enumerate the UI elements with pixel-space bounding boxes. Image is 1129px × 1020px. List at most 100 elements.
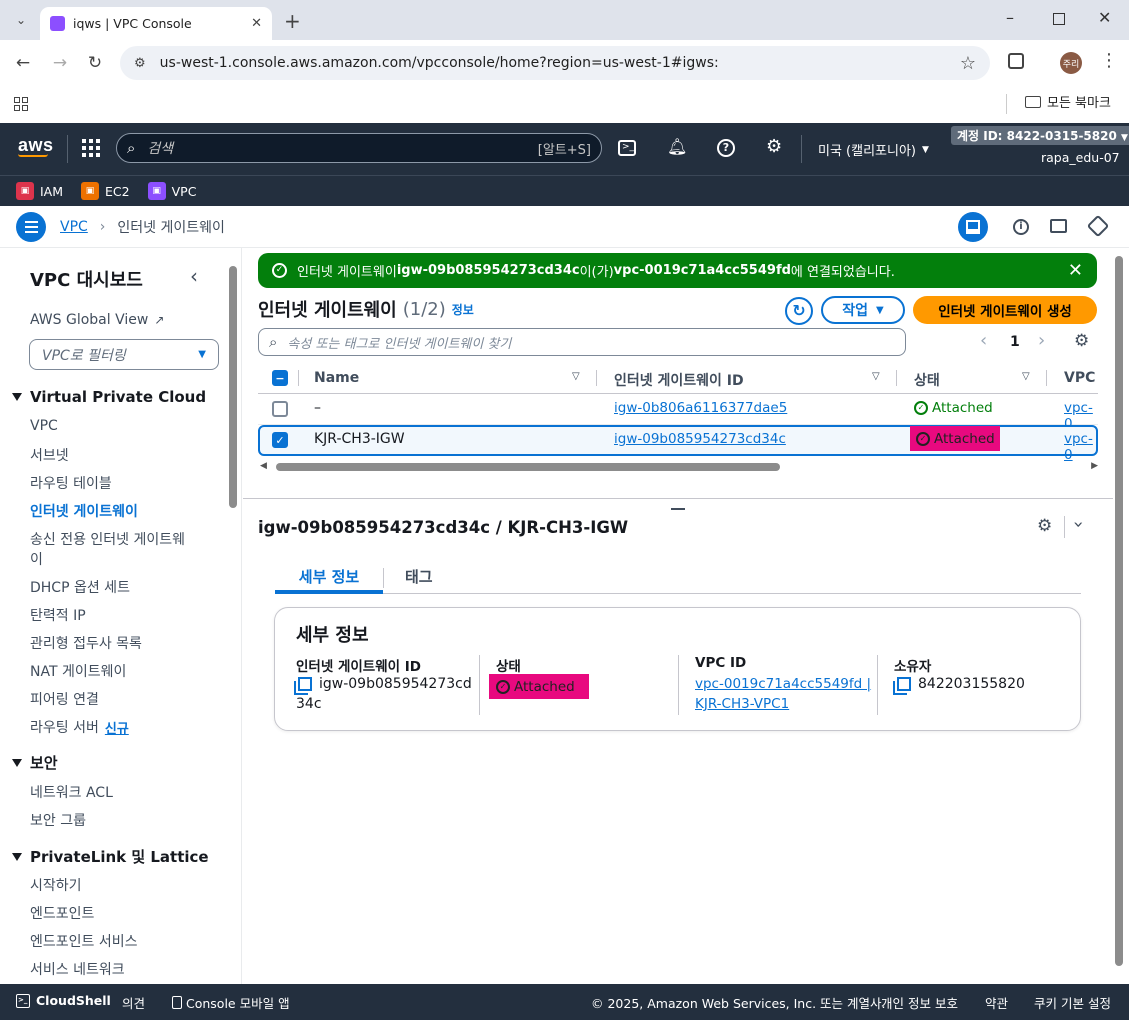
next-page-icon[interactable]: ›	[1038, 330, 1045, 351]
select-all-checkbox[interactable]: −	[272, 370, 288, 386]
sidebar-item-getting-started[interactable]: 시작하기	[30, 875, 82, 895]
sidebar-item-route-tables[interactable]: 라우팅 테이블	[30, 473, 112, 493]
services-menu-icon[interactable]	[82, 139, 100, 157]
region-selector[interactable]: 미국 (캘리포니아) ▼	[818, 140, 929, 159]
detail-preferences-gear-icon[interactable]: ⚙	[1037, 516, 1052, 536]
table-search-input[interactable]: ⌕ 속성 또는 태그로 인터넷 게이트웨이 찾기	[258, 328, 906, 356]
preferences-gear-icon[interactable]: ⚙	[1074, 331, 1089, 351]
apps-grid-icon[interactable]	[14, 97, 28, 111]
privacy-link[interactable]: 개인 정보 보호	[881, 993, 958, 1012]
account-menu[interactable]: 계정 ID: 8422-0315-5820 ▼	[951, 126, 1129, 145]
detail-vpc-link[interactable]: vpc-0019c71a4cc5549fd |	[695, 676, 871, 692]
back-button[interactable]: ←	[9, 49, 37, 77]
detail-vpc-name-link[interactable]: KJR-CH3-VPC1	[695, 696, 789, 712]
tab-tags[interactable]: 태그	[405, 566, 433, 587]
tools-icon[interactable]	[1086, 214, 1110, 238]
sidebar-item-dhcp-options[interactable]: DHCP 옵션 세트	[30, 577, 130, 597]
sidebar-item-prefix-lists[interactable]: 관리형 접두사 목록	[30, 633, 142, 653]
column-igw-id[interactable]: 인터넷 게이트웨이 ID	[614, 370, 744, 390]
profile-avatar[interactable]: 주리	[1060, 52, 1082, 74]
site-info-icon[interactable]: ⚙	[134, 56, 146, 71]
sidebar-title[interactable]: VPC 대시보드	[30, 266, 143, 292]
settings-gear-icon[interactable]: ⚙	[766, 136, 782, 157]
actions-button[interactable]: 작업 ▼	[821, 296, 905, 324]
sidebar-item-endpoint-services[interactable]: 엔드포인트 서비스	[30, 931, 138, 951]
sidebar-item-service-networks[interactable]: 서비스 네트워크	[30, 959, 125, 979]
notifications-bell-icon[interactable]: 🔔︎	[667, 137, 687, 156]
sidebar-item-vpc[interactable]: VPC	[30, 418, 58, 434]
sort-caret-icon[interactable]: ▽	[572, 371, 580, 382]
row-checkbox[interactable]: ✓	[272, 432, 288, 448]
cloudshell-icon[interactable]: >_	[618, 140, 636, 156]
sidebar-item-security-groups[interactable]: 보안 그룹	[30, 810, 86, 830]
sidebar-item-egress-only-igw[interactable]: 송신 전용 인터넷 게이트웨	[30, 529, 185, 549]
section-virtual-private-cloud[interactable]: Virtual Private Cloud	[12, 388, 206, 406]
tab-details[interactable]: 세부 정보	[275, 566, 383, 594]
browser-tab[interactable]: iqws | VPC Console ✕	[40, 7, 272, 40]
table-row[interactable]: – igw-0b806a6116377dae5 ✓ Attached vpc-0	[258, 394, 1098, 432]
dismiss-flash-icon[interactable]: ✕	[1068, 260, 1083, 281]
aws-logo[interactable]: aws	[18, 135, 54, 157]
column-vpc-id[interactable]: VPC I	[1064, 370, 1098, 386]
feedback-icon[interactable]	[1050, 219, 1067, 233]
sidebar-item-subnets[interactable]: 서브넷	[30, 445, 69, 465]
row-igw-link[interactable]: igw-09b085954273cd34c	[614, 431, 786, 447]
breadcrumb-vpc[interactable]: VPC	[60, 219, 88, 235]
address-bar[interactable]: ⚙ us-west-1.console.aws.amazon.com/vpcco…	[120, 46, 990, 80]
sidebar-item-peering[interactable]: 피어링 연결	[30, 689, 99, 709]
tab-search-button[interactable]: ⌄	[10, 9, 32, 31]
help-icon[interactable]: ?	[717, 139, 735, 157]
close-window-button[interactable]: ✕	[1098, 8, 1111, 27]
split-panel-icon[interactable]	[958, 212, 988, 242]
sort-caret-icon[interactable]: ▽	[872, 371, 880, 382]
nav-menu-button[interactable]	[16, 212, 46, 242]
favorite-iam[interactable]: ▣ IAM	[16, 182, 63, 200]
sidebar-item-elastic-ip[interactable]: 탄력적 IP	[30, 605, 86, 625]
table-horizontal-scrollbar[interactable]: ◀ ▶	[260, 460, 1098, 474]
split-panel-divider[interactable]	[243, 498, 1113, 499]
sidebar-item-network-acl[interactable]: 네트워크 ACL	[30, 782, 113, 802]
feedback-link[interactable]: 의견	[122, 993, 145, 1012]
mobile-app-link[interactable]: Console 모바일 앱	[172, 993, 290, 1012]
sidebar-item-route-server[interactable]: 라우팅 서버 신규	[30, 717, 129, 737]
collapse-panel-icon[interactable]: ›	[1068, 521, 1089, 528]
aws-search-input[interactable]: ⌕ 검색 [알트+S]	[116, 133, 602, 163]
drag-handle-icon[interactable]	[671, 508, 685, 510]
column-name[interactable]: Name	[314, 370, 359, 386]
terms-link[interactable]: 약관	[985, 993, 1008, 1012]
forward-button[interactable]: →	[46, 49, 74, 77]
sidebar-item-egress-only-igw-wrap[interactable]: 이	[30, 549, 43, 569]
refresh-button[interactable]: ↻	[785, 297, 813, 325]
info-panel-icon[interactable]: i	[1013, 219, 1029, 235]
cloudshell-button[interactable]: >_ CloudShell	[16, 993, 111, 1008]
create-igw-button[interactable]: 인터넷 게이트웨이 생성	[913, 296, 1097, 324]
row-checkbox[interactable]	[272, 401, 288, 417]
sidebar-item-nat-gateways[interactable]: NAT 게이트웨이	[30, 661, 126, 681]
page-number[interactable]: 1	[1010, 334, 1020, 350]
extensions-icon[interactable]	[1008, 53, 1024, 69]
row-vpc-link[interactable]: vpc-0	[1064, 431, 1096, 463]
collapse-sidebar-icon[interactable]: ‹	[190, 264, 198, 288]
close-tab-icon[interactable]: ✕	[251, 16, 262, 31]
favorite-ec2[interactable]: ▣ EC2	[81, 182, 130, 200]
favorite-vpc[interactable]: ▣ VPC	[147, 182, 196, 200]
sort-caret-icon[interactable]: ▽	[1022, 371, 1030, 382]
sidebar-item-endpoints[interactable]: 엔드포인트	[30, 903, 94, 923]
all-bookmarks-button[interactable]: 모든 북마크	[1025, 92, 1111, 111]
prev-page-icon[interactable]: ‹	[980, 330, 987, 351]
main-scrollbar[interactable]	[1115, 256, 1123, 966]
bookmark-star-icon[interactable]: ☆	[960, 53, 976, 74]
section-privatelink[interactable]: PrivateLink 및 Lattice	[12, 846, 209, 867]
copy-icon[interactable]	[298, 677, 312, 691]
minimize-button[interactable]: –	[1006, 8, 1014, 27]
global-view-link[interactable]: AWS Global View ↗	[30, 312, 164, 328]
info-link[interactable]: 정보	[452, 301, 474, 318]
menu-icon[interactable]: ⋮	[1100, 50, 1118, 71]
cookie-preferences-link[interactable]: 쿠키 기본 설정	[1034, 993, 1111, 1012]
new-tab-button[interactable]: +	[284, 9, 301, 33]
section-security[interactable]: 보안	[12, 752, 58, 773]
row-igw-link[interactable]: igw-0b806a6116377dae5	[614, 400, 787, 416]
sidebar-item-internet-gateways[interactable]: 인터넷 게이트웨이	[30, 501, 138, 521]
table-row-selected[interactable]: ✓ KJR-CH3-IGW igw-09b085954273cd34c ✓ At…	[258, 425, 1098, 463]
copy-icon[interactable]	[897, 677, 911, 691]
